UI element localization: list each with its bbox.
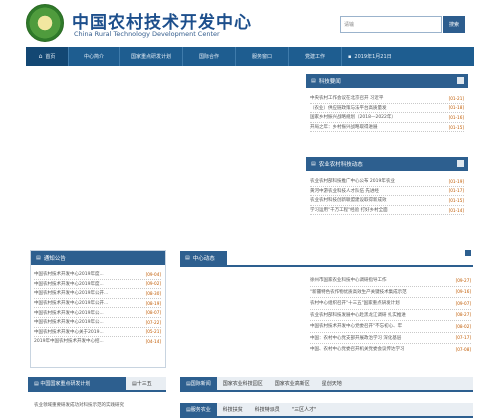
nav-item-home[interactable]: ⌂ 首页 xyxy=(26,47,68,66)
search-input[interactable]: 请输 xyxy=(340,16,442,33)
tab-13th-five-year[interactable]: ▤ 十三五 xyxy=(126,377,158,390)
nav-date: ▪ 2019年1月21日 xyxy=(348,53,392,61)
list-icon: ▤ xyxy=(311,161,316,167)
site-logo[interactable] xyxy=(26,4,64,42)
program-line[interactable]: 农业领域重要研发成功对科技示范的实践研究 xyxy=(28,392,166,408)
list-item[interactable]: 中国农村技术开发中心2019年公... [08-07] xyxy=(34,308,161,318)
list-item[interactable]: 中国农村技术开发中心2019年公开... [08-30] xyxy=(34,289,161,299)
tab-agri-parks[interactable]: 国家农业科技园区 xyxy=(217,377,269,390)
more-icon[interactable] xyxy=(465,250,471,256)
list-item[interactable]: 农业农村部科技推广中心公布 2019年农业 [01-19] xyxy=(310,177,464,187)
panel-center: ▤ 中心动态 徐州市国家农业科技中心调研指导工作 [09-27] "新疆特色农作物优… xyxy=(180,250,473,355)
more-icon[interactable] xyxy=(457,160,464,167)
list-item[interactable]: 2019年中国农村技术开发中心招... [04-14] xyxy=(34,337,161,346)
tab-service-agri[interactable]: ▤ 服务农业 xyxy=(180,403,217,416)
panel-news-header[interactable]: ▤ 科技要闻 xyxy=(306,74,468,88)
nav-item-key-rd[interactable]: 国家重点研发计划 xyxy=(120,47,182,66)
site-title-en: China Rural Technology Development Cente… xyxy=(74,30,220,38)
list-item[interactable]: 中国农村技术开发中心2019年度... [09-04] xyxy=(34,270,161,280)
tab-maker-space[interactable]: 星创天地 xyxy=(316,377,348,390)
list-item[interactable]: 国家乡村振兴战略规划（2018—2022年） [01-16] xyxy=(310,113,464,123)
tab-key-program[interactable]: ▤ 中国国家重点研发计划 xyxy=(28,377,126,390)
list-item[interactable]: 开局之年：乡村振兴战略取得进展 [01-15] xyxy=(310,123,464,133)
notice-icon: ▤ xyxy=(36,255,41,261)
panel-news: ▤ 科技要闻 中央农村工作会议在北京召开 习近平 [01-21] （农业）供应链政策… xyxy=(306,74,468,133)
panel-notice: ▤ 通知公告 中国农村技术开发中心2019年度... [09-04] 中国农村技术开… xyxy=(30,250,166,368)
list-item[interactable]: 中国农村技术开发中心2019年公开... [08-19] xyxy=(34,299,161,309)
panel-rural-header[interactable]: ▤ 农业农村科技动态 xyxy=(306,157,468,171)
list-item[interactable]: 中国、农村中心党委召开机关党委会议传达学习 [07-08] xyxy=(310,344,471,355)
list-item[interactable]: （农业）供应链政策与法平台高质量发 [01-18] xyxy=(310,104,464,114)
tabs-services: ▤ 服务农业 科技扶贫 科技特派员 "三区人才" xyxy=(180,403,473,418)
main-nav: ⌂ 首页 中心简介 国家重点研发计划 国际合作 服务窗口 党建工作 ▪ 2019年1… xyxy=(26,47,474,66)
list-icon: ▤ xyxy=(185,255,190,261)
nav-item-about[interactable]: 中心简介 xyxy=(69,47,119,66)
search-button[interactable]: 搜索 xyxy=(443,16,465,33)
panel-notice-header[interactable]: ▤ 通知公告 xyxy=(31,251,165,265)
tab-poverty-relief[interactable]: 科技扶贫 xyxy=(217,403,249,416)
panel-key-program: ▤ 中国国家重点研发计划 ▤ 十三五 农业领域重要研发成功对科技示范的实践研究 xyxy=(28,377,166,408)
key-program-tabs: ▤ 中国国家重点研发计划 ▤ 十三五 xyxy=(28,377,166,392)
list-item[interactable]: 中国农村技术开发中心关于2019... [05-21] xyxy=(34,328,161,338)
tab-tech-envoys[interactable]: 科技特派员 xyxy=(249,403,286,416)
search-placeholder: 请输 xyxy=(344,22,355,28)
calendar-icon: ▪ xyxy=(348,53,352,60)
tabs-parks: ▤ 国际新闻 国家农业科技园区 国家农业高新区 星创天地 xyxy=(180,377,473,392)
nav-item-intl[interactable]: 国际合作 xyxy=(183,47,235,66)
list-item[interactable]: 农村中心组织召开"十三五"国家重点研发计划 [09-07] xyxy=(310,298,471,310)
panel-center-header[interactable]: ▤ 中心动态 xyxy=(180,251,227,265)
list-item[interactable]: 中央农村工作会议在北京召开 习近平 [01-21] xyxy=(310,94,464,104)
tab-hightech-zones[interactable]: 国家农业高新区 xyxy=(269,377,316,390)
list-item[interactable]: 中国：农村中心党支部开展政治学习 深化基层 [07-17] xyxy=(310,333,471,344)
panel-rural: ▤ 农业农村科技动态 农业农村部科技推广中心公布 2019年农业 [01-19] 黄… xyxy=(306,157,468,216)
list-item[interactable]: 黄河中游农业科技人才队伍 先进经 [01-17] xyxy=(310,187,464,197)
list-item[interactable]: 中国农村技术开发中心2019年公... [07-22] xyxy=(34,318,161,328)
list-icon: ▤ xyxy=(311,78,316,84)
list-item[interactable]: 农业农村部科技发展中心赴黑龙江调研 扎实推进 [08-27] xyxy=(310,310,471,321)
nav-item-party[interactable]: 党建工作 xyxy=(289,47,341,66)
list-item[interactable]: "新疆特色农作物优质高效生产关键技术集成示范 [09-16] xyxy=(310,287,471,298)
more-icon[interactable] xyxy=(457,77,464,84)
list-item[interactable]: 中国农村技术开发中心2019年度... [09-02] xyxy=(34,280,161,290)
list-item[interactable]: 中国农村技术开发中心党委召开"不忘初心、牢 [08-02] xyxy=(310,321,471,333)
tab-intl-news[interactable]: ▤ 国际新闻 xyxy=(180,377,217,390)
list-item[interactable]: 农业农村科技创新联盟建设取得新成效 [01-15] xyxy=(310,196,464,206)
list-item[interactable]: 徐州市国家农业科技中心调研指导工作 [09-27] xyxy=(310,275,471,287)
nav-item-service[interactable]: 服务窗口 xyxy=(236,47,288,66)
list-item[interactable]: 学习运用"千万工程"经验 打好乡村全面 [01-14] xyxy=(310,206,464,216)
tab-three-areas-talent[interactable]: "三区人才" xyxy=(286,403,323,416)
home-icon: ⌂ xyxy=(38,53,43,60)
